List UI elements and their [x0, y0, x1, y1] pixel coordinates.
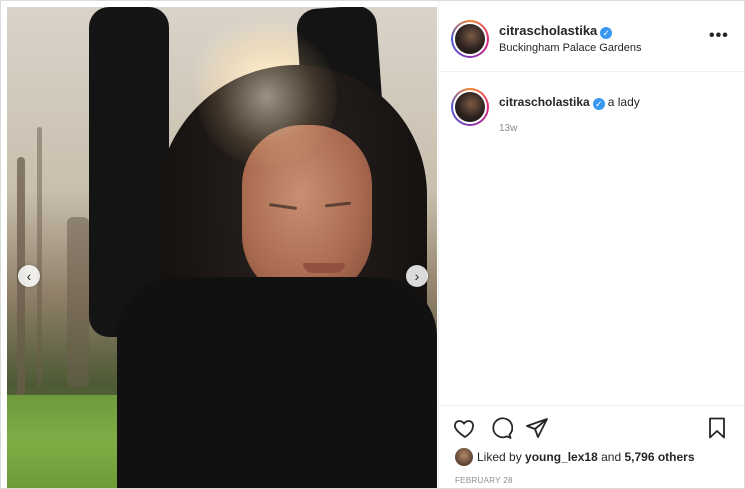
verified-badge-icon: ✓: [592, 98, 605, 110]
verified-badge-icon: ✓: [600, 27, 613, 39]
heart-icon[interactable]: [453, 416, 477, 440]
chevron-left-icon: ‹: [26, 268, 32, 284]
caption-avatar[interactable]: [451, 88, 489, 126]
location-link[interactable]: Buckingham Palace Gardens: [499, 42, 641, 54]
lips: [303, 263, 345, 273]
caption-avatar-image: [455, 92, 485, 122]
carousel-prev-button[interactable]: ‹: [18, 265, 40, 287]
liked-by-and: and: [601, 450, 622, 464]
more-options-icon[interactable]: •••: [709, 27, 729, 45]
likes-summary: Liked by young_lex18 and 5,796 others: [455, 448, 695, 466]
liker-avatar[interactable]: [455, 448, 473, 466]
avatar[interactable]: [451, 20, 489, 58]
caption-text: citrascholastika ✓ a lady: [499, 95, 640, 110]
comment-icon[interactable]: [489, 416, 513, 440]
carousel-next-button[interactable]: ›: [406, 265, 428, 287]
sun-flare: [197, 27, 337, 167]
post-actions: Liked by young_lex18 and 5,796 others FE…: [439, 405, 744, 488]
torso: [117, 277, 437, 488]
liked-by-prefix: Liked by: [477, 450, 522, 464]
post-side-panel: citrascholastika ✓ Buckingham Palace Gard…: [438, 1, 744, 488]
liker-username[interactable]: young_lex18: [525, 450, 598, 464]
caption-body: a lady: [607, 95, 640, 109]
post-window: ‹ › citrascholastika ✓ Buckingham Palace …: [0, 0, 745, 489]
paper-plane-icon[interactable]: [525, 416, 549, 440]
others-count[interactable]: 5,796 others: [624, 450, 694, 464]
post-header: citrascholastika ✓ Buckingham Palace Gard…: [439, 1, 744, 72]
username-text: citrascholastika: [499, 23, 598, 38]
photo-subject: [7, 7, 437, 488]
username-link[interactable]: citrascholastika ✓: [499, 23, 613, 39]
caption-age[interactable]: 13w: [499, 123, 517, 134]
chevron-right-icon: ›: [414, 268, 420, 284]
caption-username[interactable]: citrascholastika: [499, 95, 590, 109]
bookmark-icon[interactable]: [705, 416, 729, 440]
post-date[interactable]: FEBRUARY 28: [455, 476, 513, 485]
avatar-image: [455, 24, 485, 54]
post-photo[interactable]: ‹ ›: [7, 7, 437, 488]
